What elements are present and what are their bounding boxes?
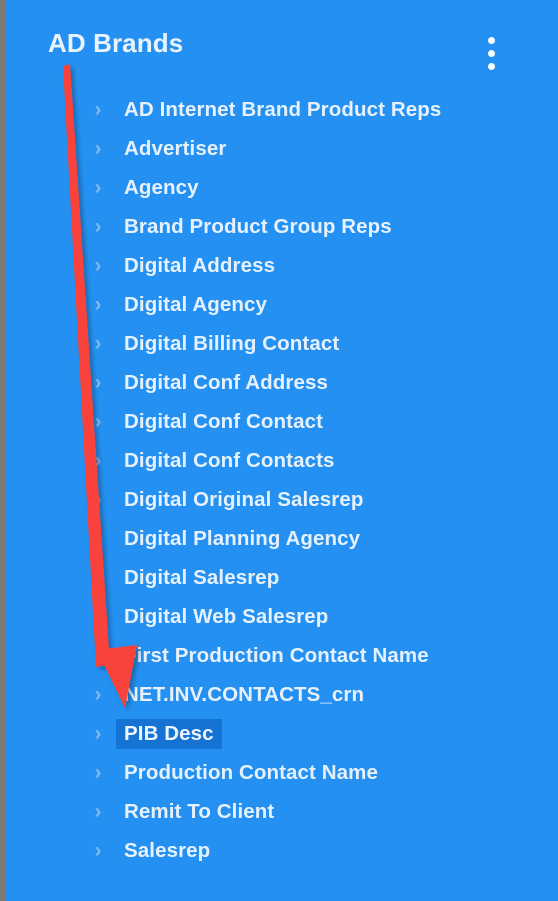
tree-item[interactable]: › NET.INV.CONTACTS_crn: [5, 675, 558, 714]
chevron-right-icon[interactable]: ›: [85, 684, 111, 705]
tree-item[interactable]: › Digital Conf Address: [5, 363, 558, 402]
tree-item[interactable]: › Digital Web Salesrep: [5, 597, 558, 636]
chevron-right-icon[interactable]: ›: [85, 138, 111, 159]
panel-header: AD Brands: [5, 26, 558, 82]
chevron-right-icon[interactable]: ›: [85, 762, 111, 783]
chevron-right-icon[interactable]: ›: [85, 411, 111, 432]
tree-item-label: NET.INV.CONTACTS_crn: [124, 682, 365, 706]
chevron-right-icon[interactable]: ›: [85, 294, 111, 315]
tree-item[interactable]: › AD Internet Brand Product Reps: [5, 90, 558, 129]
window-left-edge-strip: [0, 0, 5, 901]
tree-item-label: Salesrep: [124, 838, 211, 862]
brand-field-tree-list: › AD Internet Brand Product Reps › Advertis…: [5, 90, 558, 870]
tree-item-label: Advertiser: [124, 136, 227, 160]
chevron-right-icon[interactable]: ›: [85, 177, 111, 198]
tree-item-label: PIB Desc: [116, 718, 222, 749]
tree-item[interactable]: › First Production Contact Name: [5, 636, 558, 675]
chevron-right-icon[interactable]: ›: [85, 450, 111, 471]
tree-item[interactable]: › Remit To Client: [5, 792, 558, 831]
tree-item-label: Digital Address: [124, 253, 276, 277]
tree-item-label: Digital Conf Contacts: [124, 448, 335, 472]
tree-item[interactable]: › Salesrep: [5, 831, 558, 870]
tree-item[interactable]: › Digital Address: [5, 246, 558, 285]
tree-item[interactable]: › PIB Desc: [5, 714, 558, 753]
tree-item-label: Digital Salesrep: [124, 565, 280, 589]
tree-item[interactable]: › Digital Billing Contact: [5, 324, 558, 363]
chevron-right-icon[interactable]: ›: [85, 645, 111, 666]
tree-item[interactable]: › Brand Product Group Reps: [5, 207, 558, 246]
chevron-right-icon[interactable]: ›: [85, 528, 111, 549]
tree-item-label: Brand Product Group Reps: [124, 214, 392, 238]
kebab-dot-bottom: [488, 63, 495, 70]
tree-item[interactable]: › Production Contact Name: [5, 753, 558, 792]
chevron-right-icon[interactable]: ›: [85, 801, 111, 822]
chevron-right-icon[interactable]: ›: [85, 606, 111, 627]
chevron-right-icon[interactable]: ›: [85, 372, 111, 393]
chevron-right-icon[interactable]: ›: [85, 333, 111, 354]
ad-brands-panel-screenshot: AD Brands › AD Internet Brand Product Rep…: [0, 0, 558, 901]
tree-item-label: Production Contact Name: [124, 760, 379, 784]
tree-item[interactable]: › Advertiser: [5, 129, 558, 168]
tree-item[interactable]: › Agency: [5, 168, 558, 207]
tree-item-label: First Production Contact Name: [124, 643, 429, 667]
tree-item[interactable]: › Digital Conf Contacts: [5, 441, 558, 480]
tree-item-label: Digital Original Salesrep: [124, 487, 364, 511]
tree-item-label: Digital Billing Contact: [124, 331, 340, 355]
tree-item-label: Agency: [124, 175, 199, 199]
tree-item[interactable]: › Digital Planning Agency: [5, 519, 558, 558]
chevron-right-icon[interactable]: ›: [85, 216, 111, 237]
chevron-right-icon[interactable]: ›: [85, 489, 111, 510]
chevron-right-icon[interactable]: ›: [85, 255, 111, 276]
tree-item-label: Digital Conf Address: [124, 370, 328, 394]
tree-item-label: Digital Web Salesrep: [124, 604, 329, 628]
chevron-right-icon[interactable]: ›: [85, 840, 111, 861]
tree-item-label: Digital Planning Agency: [124, 526, 361, 550]
tree-item-label: Remit To Client: [124, 799, 275, 823]
kebab-dot-top: [488, 37, 495, 44]
kebab-dot-middle: [488, 50, 495, 57]
chevron-right-icon[interactable]: ›: [85, 723, 111, 744]
tree-item[interactable]: › Digital Agency: [5, 285, 558, 324]
ad-brands-panel: AD Brands › AD Internet Brand Product Rep…: [5, 0, 558, 901]
tree-item-label: AD Internet Brand Product Reps: [124, 97, 442, 121]
tree-item-label: Digital Conf Contact: [124, 409, 324, 433]
tree-item-label: Digital Agency: [124, 292, 268, 316]
chevron-right-icon[interactable]: ›: [85, 567, 111, 588]
page-title: AD Brands: [48, 28, 184, 58]
tree-item[interactable]: › Digital Original Salesrep: [5, 480, 558, 519]
tree-item[interactable]: › Digital Salesrep: [5, 558, 558, 597]
tree-item[interactable]: › Digital Conf Contact: [5, 402, 558, 441]
kebab-menu-icon[interactable]: [475, 23, 515, 70]
chevron-right-icon[interactable]: ›: [85, 99, 111, 120]
